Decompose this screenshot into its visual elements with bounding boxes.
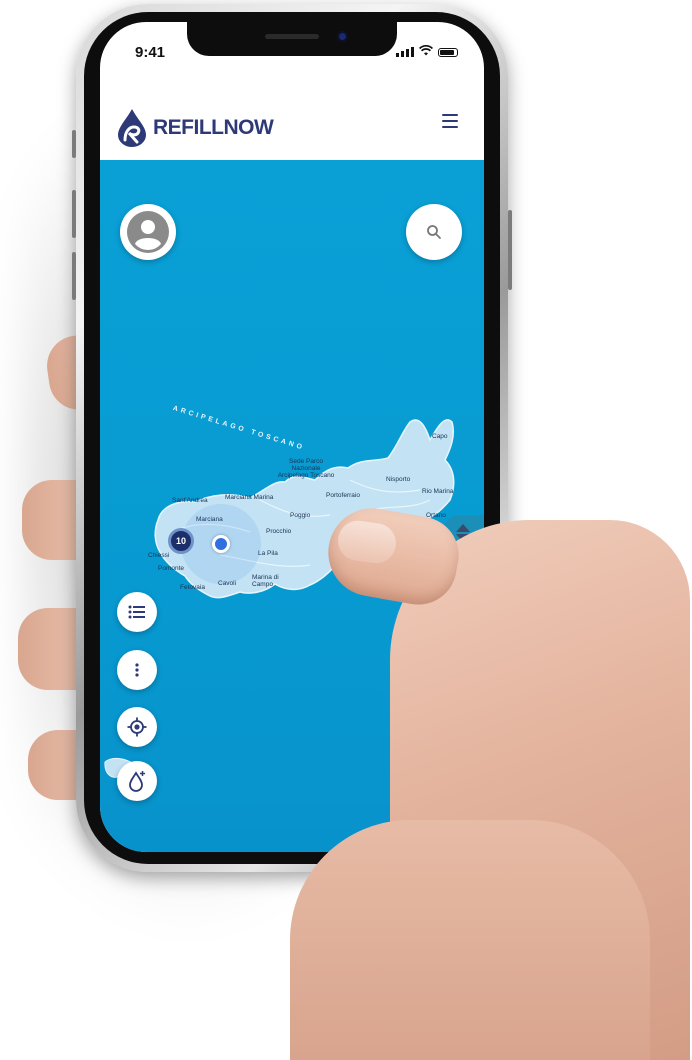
cluster-count: 10 xyxy=(175,536,186,546)
hamburger-menu-icon[interactable] xyxy=(442,114,458,128)
more-options-button[interactable] xyxy=(117,650,157,690)
place-label: Capo xyxy=(432,433,448,440)
refillnow-logo-icon xyxy=(118,109,146,147)
volume-up-button xyxy=(72,190,76,238)
power-button xyxy=(508,210,512,290)
status-icons xyxy=(396,44,458,57)
brand-name: REFILLNOW xyxy=(153,116,274,139)
battery-icon xyxy=(438,48,458,57)
search-icon xyxy=(427,225,441,239)
wifi-icon xyxy=(418,44,434,57)
place-label: Marina di Campo xyxy=(252,574,279,588)
current-location-marker xyxy=(212,535,230,553)
profile-button[interactable] xyxy=(120,204,176,260)
place-label: Sede Parco Nazionale Arcipelago Toscano xyxy=(277,458,335,479)
brand-logo[interactable]: REFILLNOW xyxy=(115,108,274,148)
volume-down-button xyxy=(72,252,76,300)
place-label: Chiessi xyxy=(148,552,170,559)
status-time: 9:41 xyxy=(135,44,166,61)
place-label: Portoferraio xyxy=(326,492,360,499)
cluster-marker[interactable]: 10 xyxy=(168,528,194,554)
search-button[interactable] xyxy=(406,204,462,260)
more-vertical-icon xyxy=(135,663,139,677)
place-label: Sant'Andrea xyxy=(172,497,208,504)
water-drop-icon xyxy=(129,771,145,792)
add-refill-point-button[interactable] xyxy=(117,761,157,801)
place-label: Fetovaia xyxy=(180,584,205,591)
list-view-button[interactable] xyxy=(117,592,157,632)
place-label: La Pila xyxy=(258,550,278,557)
place-label: Procchio xyxy=(266,528,292,535)
notch xyxy=(187,22,397,56)
speaker-grille xyxy=(265,34,319,39)
place-label: Cavoli xyxy=(218,580,237,587)
crosshair-icon xyxy=(127,717,147,737)
place-label: Rio Marina xyxy=(422,488,454,495)
hand-wrist xyxy=(290,820,650,1060)
user-circle-icon xyxy=(127,211,169,253)
signal-icon xyxy=(396,47,414,57)
place-label: Marciana xyxy=(196,516,223,523)
app-header: REFILLNOW xyxy=(100,80,484,160)
place-label: Poggio xyxy=(290,512,311,519)
locate-me-button[interactable] xyxy=(117,707,157,747)
list-icon xyxy=(128,605,145,619)
front-camera xyxy=(337,31,348,42)
place-label: Marciana Marina xyxy=(225,494,274,501)
mute-switch xyxy=(72,130,76,158)
place-label: Pomonte xyxy=(158,565,185,572)
place-label: Nisporto xyxy=(386,476,411,483)
